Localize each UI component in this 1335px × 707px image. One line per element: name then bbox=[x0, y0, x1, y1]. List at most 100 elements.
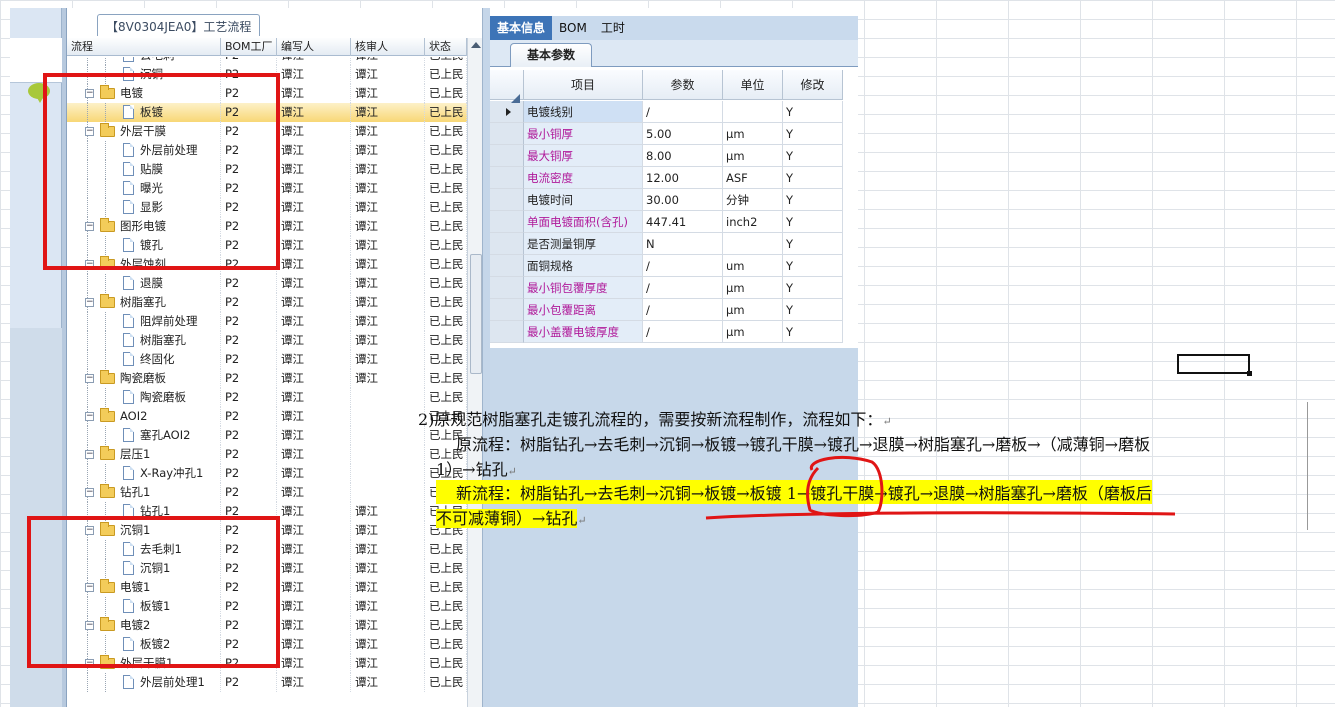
param-unit[interactable] bbox=[723, 101, 783, 123]
selected-cell[interactable] bbox=[1177, 354, 1252, 376]
tab-bom[interactable]: BOM bbox=[552, 16, 594, 40]
tree-row[interactable]: X-Ray冲孔1 P2 谭江 已上民 bbox=[67, 464, 467, 483]
param-edit[interactable]: Y bbox=[783, 145, 843, 167]
param-unit[interactable]: μm bbox=[723, 277, 783, 299]
row-indicator[interactable] bbox=[490, 233, 524, 255]
param-unit[interactable]: μm bbox=[723, 123, 783, 145]
param-value[interactable]: 12.00 bbox=[643, 167, 723, 189]
param-unit[interactable] bbox=[723, 233, 783, 255]
tab-work-hours[interactable]: 工时 bbox=[594, 16, 632, 40]
col-header-writer[interactable]: 编写人 bbox=[277, 38, 351, 56]
tree-row[interactable]: 退膜 P2 谭江 谭江 已上民 bbox=[67, 274, 467, 293]
param-edit[interactable]: Y bbox=[783, 255, 843, 277]
param-value[interactable]: 5.00 bbox=[643, 123, 723, 145]
tree-node[interactable]: − 树脂塞孔 bbox=[67, 293, 221, 312]
param-row[interactable]: 单面电镀面积(含孔) 447.41 inch2 Y bbox=[490, 211, 858, 233]
expand-minus-icon[interactable]: − bbox=[85, 488, 94, 497]
row-indicator[interactable] bbox=[490, 101, 524, 123]
tree-node[interactable]: 阻焊前处理 bbox=[67, 312, 221, 331]
grid-header-item[interactable]: 项目 bbox=[524, 70, 643, 100]
scroll-up-icon[interactable] bbox=[471, 42, 481, 48]
row-indicator[interactable] bbox=[490, 123, 524, 145]
tree-node[interactable]: − 陶瓷磨板 bbox=[67, 369, 221, 388]
param-edit[interactable]: Y bbox=[783, 211, 843, 233]
param-value[interactable]: / bbox=[643, 321, 723, 343]
expand-minus-icon[interactable]: − bbox=[85, 412, 94, 421]
param-unit[interactable]: inch2 bbox=[723, 211, 783, 233]
tab-basic-info[interactable]: 基本信息 bbox=[490, 16, 553, 40]
row-indicator[interactable] bbox=[490, 321, 524, 343]
param-row[interactable]: 最小铜包覆厚度 / μm Y bbox=[490, 277, 858, 299]
tree-row[interactable]: − 陶瓷磨板 P2 谭江 谭江 已上民 bbox=[67, 369, 467, 388]
tree-node[interactable]: 退膜 bbox=[67, 274, 221, 293]
param-edit[interactable]: Y bbox=[783, 233, 843, 255]
tree-row[interactable]: −钻孔1P2谭江已上民 bbox=[67, 483, 467, 502]
tree-row[interactable]: − 层压1 P2 谭江 已上民 bbox=[67, 445, 467, 464]
expand-minus-icon[interactable]: − bbox=[85, 298, 94, 307]
tab-basic-params[interactable]: 基本参数 bbox=[510, 43, 593, 67]
row-indicator[interactable] bbox=[490, 167, 524, 189]
tree-node[interactable]: − AOI2 bbox=[67, 407, 221, 426]
tree-row[interactable]: 阻焊前处理 P2 谭江 谭江 已上民 bbox=[67, 312, 467, 331]
param-row[interactable]: 最小盖覆电镀厚度 / μm Y bbox=[490, 321, 858, 343]
tree-node[interactable]: 去毛刺 bbox=[67, 57, 221, 65]
col-header-bom[interactable]: BOM工厂 bbox=[221, 38, 277, 56]
tree-node[interactable]: X-Ray冲孔1 bbox=[67, 464, 221, 483]
tree-row[interactable]: 塞孔AOI2 P2 谭江 已上民 bbox=[67, 426, 467, 445]
scroll-thumb[interactable] bbox=[470, 254, 482, 374]
row-indicator[interactable] bbox=[490, 255, 524, 277]
param-edit[interactable]: Y bbox=[783, 299, 843, 321]
tree-node[interactable]: 终固化 bbox=[67, 350, 221, 369]
col-header-status[interactable]: 状态 bbox=[425, 38, 467, 56]
param-edit[interactable]: Y bbox=[783, 167, 843, 189]
param-row[interactable]: 最小铜厚 5.00 μm Y bbox=[490, 123, 858, 145]
param-unit[interactable]: μm bbox=[723, 299, 783, 321]
tree-node[interactable]: 树脂塞孔 bbox=[67, 331, 221, 350]
param-value[interactable]: / bbox=[643, 255, 723, 277]
row-indicator[interactable] bbox=[490, 145, 524, 167]
param-value[interactable]: 8.00 bbox=[643, 145, 723, 167]
tree-node[interactable]: − 钻孔1 bbox=[67, 483, 221, 502]
param-value[interactable]: / bbox=[643, 277, 723, 299]
param-value[interactable]: 447.41 bbox=[643, 211, 723, 233]
param-edit[interactable]: Y bbox=[783, 277, 843, 299]
param-unit[interactable]: ASF bbox=[723, 167, 783, 189]
row-indicator[interactable] bbox=[490, 189, 524, 211]
param-edit[interactable]: Y bbox=[783, 321, 843, 343]
param-row[interactable]: 最小包覆距离 / μm Y bbox=[490, 299, 858, 321]
col-header-reviewer[interactable]: 核审人 bbox=[351, 38, 425, 56]
param-edit[interactable]: Y bbox=[783, 189, 843, 211]
tree-node[interactable]: 塞孔AOI2 bbox=[67, 426, 221, 445]
grid-header-value[interactable]: 参数 bbox=[643, 70, 723, 100]
param-unit[interactable]: μm bbox=[723, 145, 783, 167]
grid-header-unit[interactable]: 单位 bbox=[723, 70, 783, 100]
tree-row[interactable]: 树脂塞孔 P2 谭江 谭江 已上民 bbox=[67, 331, 467, 350]
param-row[interactable]: 是否测量铜厚 N Y bbox=[490, 233, 858, 255]
tree-scrollbar[interactable] bbox=[467, 38, 483, 707]
row-indicator[interactable] bbox=[490, 299, 524, 321]
param-edit[interactable]: Y bbox=[783, 123, 843, 145]
middle-splitter[interactable] bbox=[482, 8, 490, 707]
row-indicator[interactable] bbox=[490, 277, 524, 299]
tree-row[interactable]: 终固化 P2 谭江 谭江 已上民 bbox=[67, 350, 467, 369]
tree-row[interactable]: 外层前处理1 P2 谭江 谭江 已上民 bbox=[67, 673, 467, 692]
param-row[interactable]: 面铜规格 / um Y bbox=[490, 255, 858, 277]
tree-tab[interactable]: 【8V0304JEA0】工艺流程 bbox=[97, 14, 261, 36]
param-value[interactable]: 30.00 bbox=[643, 189, 723, 211]
param-unit[interactable]: um bbox=[723, 255, 783, 277]
col-header-flow[interactable]: 流程 bbox=[67, 38, 221, 56]
tree-row[interactable]: − 树脂塞孔 P2 谭江 谭江 已上民 bbox=[67, 293, 467, 312]
param-row[interactable]: 电镀时间 30.00 分钟 Y bbox=[490, 189, 858, 211]
row-indicator[interactable] bbox=[490, 211, 524, 233]
tree-row[interactable]: 陶瓷磨板 P2 谭江 已上民 bbox=[67, 388, 467, 407]
tree-row[interactable]: − AOI2 P2 谭江 已上民 bbox=[67, 407, 467, 426]
expand-minus-icon[interactable]: − bbox=[85, 374, 94, 383]
param-row[interactable]: 电镀线别 / Y bbox=[490, 101, 858, 123]
tree-row[interactable]: 去毛刺P2谭江谭江已上民 bbox=[67, 57, 467, 65]
param-edit[interactable]: Y bbox=[783, 101, 843, 123]
param-unit[interactable]: 分钟 bbox=[723, 189, 783, 211]
param-value[interactable]: / bbox=[643, 101, 723, 123]
param-value[interactable]: / bbox=[643, 299, 723, 321]
tree-node[interactable]: − 层压1 bbox=[67, 445, 221, 464]
expand-minus-icon[interactable]: − bbox=[85, 450, 94, 459]
